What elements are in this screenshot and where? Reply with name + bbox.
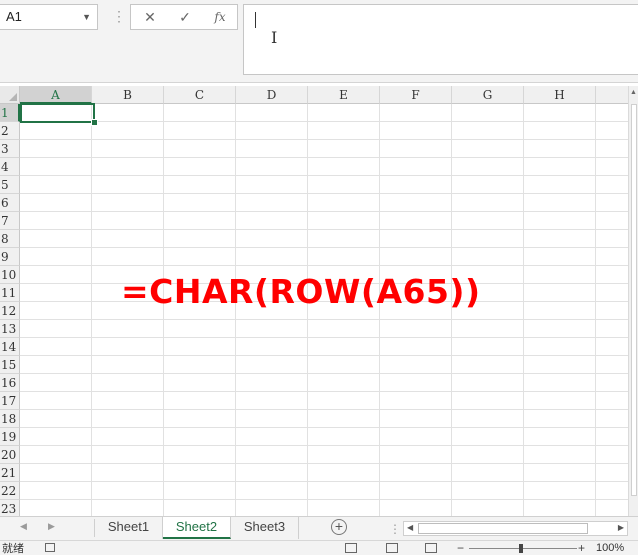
status-mode: 就绪: [2, 543, 24, 555]
gridline-vertical: [595, 104, 596, 516]
zoom-slider[interactable]: [469, 548, 577, 549]
row-header-21[interactable]: 21: [0, 464, 20, 482]
gridline-horizontal: [20, 391, 638, 392]
select-all-button[interactable]: [0, 86, 20, 104]
row-header-11[interactable]: 11: [0, 284, 20, 302]
split-handle-icon[interactable]: ⋮: [389, 522, 401, 536]
gridline-horizontal: [20, 193, 638, 194]
row-header-15[interactable]: 15: [0, 356, 20, 374]
gridline-horizontal: [20, 229, 638, 230]
name-box[interactable]: A1 ▼: [0, 4, 98, 30]
worksheet-grid[interactable]: ABCDEFGH 1 2 3 4 5 6 7 8 9 10 11 12 13 14 15 16 17 18 19 20…: [0, 86, 638, 516]
sheet-tab-sheet2[interactable]: Sheet2: [163, 517, 231, 539]
column-header-d[interactable]: D: [236, 86, 308, 104]
formula-input[interactable]: I: [243, 4, 638, 75]
macro-record-icon[interactable]: [45, 543, 55, 552]
row-header-4[interactable]: 4: [0, 158, 20, 176]
zoom-out-icon[interactable]: −: [457, 541, 464, 555]
horizontal-scroll-thumb[interactable]: [418, 523, 588, 534]
scroll-up-icon[interactable]: ▲: [630, 89, 637, 96]
scroll-right-icon[interactable]: ▶: [618, 523, 624, 532]
add-sheet-icon[interactable]: +: [331, 519, 347, 535]
sheet-tab-sheet3[interactable]: Sheet3: [231, 517, 299, 539]
row-header-3[interactable]: 3: [0, 140, 20, 158]
status-bar: 就绪 − + 100%: [0, 540, 638, 555]
gridline-vertical: [91, 104, 92, 516]
gridline-vertical: [523, 104, 524, 516]
row-header-14[interactable]: 14: [0, 338, 20, 356]
gridline-horizontal: [20, 265, 638, 266]
gridline-horizontal: [20, 481, 638, 482]
row-header-8[interactable]: 8: [0, 230, 20, 248]
text-caret: [255, 12, 256, 28]
zoom-level[interactable]: 100%: [596, 542, 624, 554]
chevron-down-icon[interactable]: ▼: [82, 5, 91, 29]
gridline-horizontal: [20, 319, 638, 320]
scroll-left-icon[interactable]: ◀: [407, 523, 413, 532]
zoom-in-icon[interactable]: +: [578, 541, 585, 555]
row-header-5[interactable]: 5: [0, 176, 20, 194]
formula-buttons: ✕ ✓ fx: [130, 4, 238, 30]
row-header-9[interactable]: 9: [0, 248, 20, 266]
column-header-g[interactable]: G: [452, 86, 524, 104]
gridline-horizontal: [20, 211, 638, 212]
tab-next-icon[interactable]: ▶: [48, 521, 55, 532]
row-header-10[interactable]: 10: [0, 266, 20, 284]
gridline-horizontal: [20, 355, 638, 356]
normal-view-icon[interactable]: [345, 543, 357, 553]
drag-handle-icon[interactable]: ⋮: [112, 9, 126, 25]
page-layout-view-icon[interactable]: [386, 543, 398, 553]
ibeam-cursor-icon: I: [271, 28, 278, 47]
row-header-1[interactable]: 1: [0, 104, 20, 122]
row-header-18[interactable]: 18: [0, 410, 20, 428]
gridline-horizontal: [20, 427, 638, 428]
row-header-17[interactable]: 17: [0, 392, 20, 410]
gridline-horizontal: [20, 409, 638, 410]
row-header-23[interactable]: 23: [0, 500, 20, 516]
fill-handle[interactable]: [91, 119, 98, 126]
vertical-scroll-thumb[interactable]: [631, 104, 637, 496]
column-header-a[interactable]: A: [20, 86, 92, 104]
gridline-horizontal: [20, 157, 638, 158]
check-icon[interactable]: ✓: [168, 5, 202, 29]
vertical-scrollbar[interactable]: ▲: [628, 86, 638, 516]
row-header-22[interactable]: 22: [0, 482, 20, 500]
insert-function-icon[interactable]: fx: [203, 5, 237, 29]
sheet-tab-sheet1[interactable]: Sheet1: [95, 517, 163, 539]
gridline-horizontal: [20, 499, 638, 500]
select-all-triangle-icon: [9, 93, 17, 101]
gridline-horizontal: [20, 121, 638, 122]
gridline-horizontal: [20, 337, 638, 338]
formula-annotation: =CHAR(ROW(A65)): [121, 272, 481, 311]
page-break-view-icon[interactable]: [425, 543, 437, 553]
column-header-f[interactable]: F: [380, 86, 452, 104]
active-cell-a1[interactable]: [20, 103, 95, 123]
column-header-c[interactable]: C: [164, 86, 236, 104]
row-header-7[interactable]: 7: [0, 212, 20, 230]
sheet-tab-bar: ◀ ▶ Sheet1 Sheet2 Sheet3 + ⋮ ◀ ▶: [0, 516, 638, 540]
zoom-slider-thumb[interactable]: [519, 544, 523, 553]
row-header-12[interactable]: 12: [0, 302, 20, 320]
column-header-h[interactable]: H: [524, 86, 596, 104]
gridline-horizontal: [20, 175, 638, 176]
row-header-6[interactable]: 6: [0, 194, 20, 212]
row-header-2[interactable]: 2: [0, 122, 20, 140]
gridline-horizontal: [20, 373, 638, 374]
tab-prev-icon[interactable]: ◀: [20, 521, 27, 532]
cancel-icon[interactable]: ✕: [133, 5, 167, 29]
gridline-horizontal: [20, 139, 638, 140]
row-header-19[interactable]: 19: [0, 428, 20, 446]
column-header-e[interactable]: E: [308, 86, 380, 104]
row-header-20[interactable]: 20: [0, 446, 20, 464]
row-header-13[interactable]: 13: [0, 320, 20, 338]
column-header-b[interactable]: B: [92, 86, 164, 104]
name-box-value: A1: [6, 9, 22, 24]
gridline-horizontal: [20, 463, 638, 464]
horizontal-scrollbar[interactable]: ◀ ▶: [403, 521, 628, 536]
gridline-horizontal: [20, 247, 638, 248]
gridline-horizontal: [20, 445, 638, 446]
row-header-16[interactable]: 16: [0, 374, 20, 392]
formula-bar-area: A1 ▼ ⋮ ✕ ✓ fx I: [0, 0, 638, 83]
